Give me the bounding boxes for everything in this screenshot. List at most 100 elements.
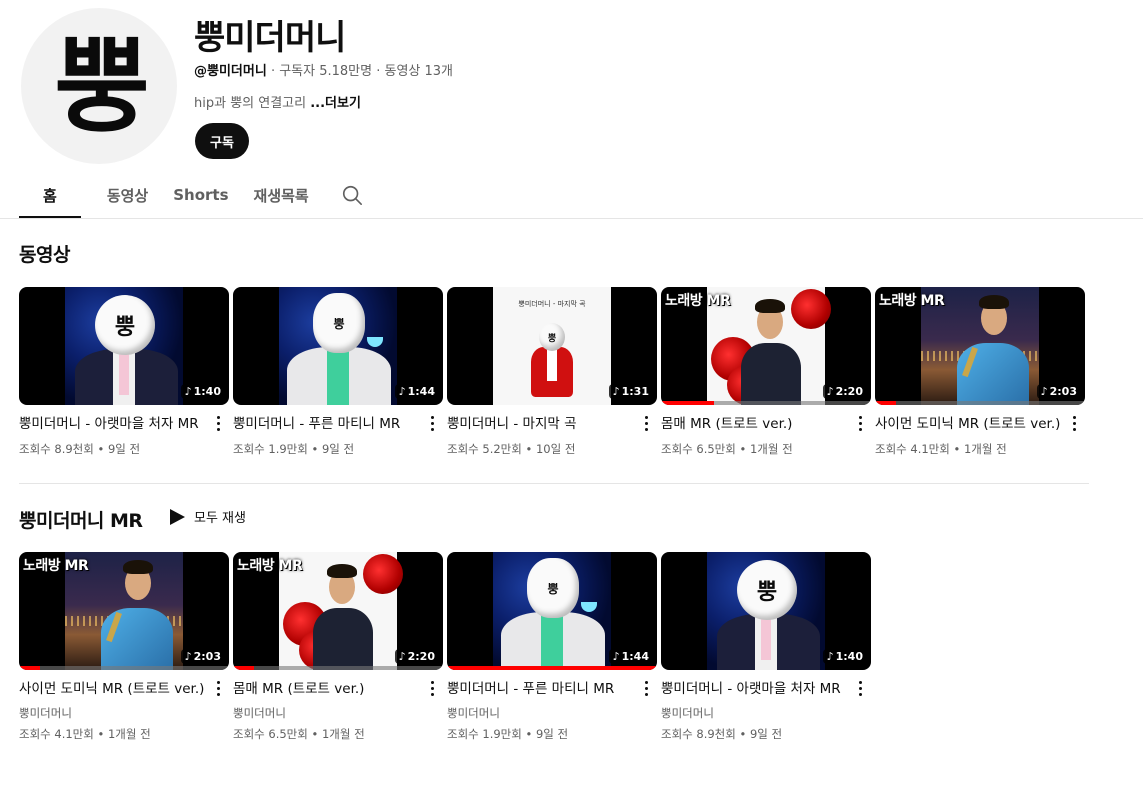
channel-description[interactable]: hip과 뿡의 연결고리 ...더보기 [194, 92, 361, 111]
search-icon[interactable] [341, 172, 363, 218]
video-title[interactable]: 몸매 MR (트로트 ver.) [661, 415, 871, 433]
play-all-button[interactable]: 모두 재생 [168, 507, 246, 526]
video-meta: 조회수 8.9천회 • 9일 전 [661, 726, 871, 742]
view-count: 조회수 4.1만회 [875, 442, 950, 456]
video-title[interactable]: 뿡미더머니 - 푸른 마티니 MR [447, 680, 657, 698]
channel-avatar[interactable]: 뿡 [21, 8, 177, 164]
video-title[interactable]: 몸매 MR (트로트 ver.) [233, 680, 443, 698]
upload-age: 1개월 전 [107, 727, 151, 741]
meta-separator: • [735, 727, 750, 741]
thumbnail-art: 뿡미더머니 - 마지막 곡뿡 [493, 287, 611, 405]
music-note-icon: ♪ [826, 650, 834, 663]
video-card[interactable]: 뿡 ♪ 1:40 뿡미더머니 - 아랫마을 처자 MR 조회수 8.9천회 • 9일 전 [19, 287, 229, 457]
video-thumbnail[interactable]: 노래방 MR ♪ 2:03 [19, 552, 229, 670]
tab-playlists[interactable]: 재생목록 [254, 172, 309, 218]
upload-age: 9일 전 [107, 442, 141, 456]
duration-text: 1:44 [621, 650, 649, 663]
more-actions-icon[interactable] [855, 678, 865, 698]
more-actions-icon[interactable] [427, 678, 437, 698]
thumbnail-art: 뿡 [493, 552, 611, 670]
video-thumbnail[interactable]: 노래방 MR ♪ 2:20 [661, 287, 871, 405]
video-card[interactable]: 노래방 MR ♪ 2:03 사이먼 도미닉 MR (트로트 ver.) 뿡미더머니 조회수… [19, 552, 229, 742]
video-card[interactable]: 노래방 MR ♪ 2:20 몸매 MR (트로트 ver.) 뿡미더머니 조회수 6.5만… [233, 552, 443, 742]
video-meta: 조회수 6.5만회 • 1개월 전 [233, 726, 443, 742]
duration-text: 1:44 [407, 385, 435, 398]
view-count: 조회수 8.9천회 [19, 442, 94, 456]
video-thumbnail[interactable]: 뿡미더머니 - 마지막 곡 뿡 ♪ 1:31 [447, 287, 657, 405]
mr-shelf: 노래방 MR ♪ 2:03 사이먼 도미닉 MR (트로트 ver.) 뿡미더머니 조회수… [19, 552, 875, 742]
duration-badge: ♪ 1:44 [608, 649, 653, 664]
video-card[interactable]: 뿡 ♪ 1:40 뿡미더머니 - 아랫마을 처자 MR 뿡미더머니조회수 8.9천회 •… [661, 552, 871, 742]
tab-shorts[interactable]: Shorts [173, 172, 228, 218]
video-meta: 조회수 6.5만회 • 1개월 전 [661, 441, 871, 457]
upload-age: 9일 전 [535, 727, 569, 741]
video-title[interactable]: 사이먼 도미닉 MR (트로트 ver.) [875, 415, 1085, 433]
video-meta: 조회수 8.9천회 • 9일 전 [19, 441, 229, 457]
video-card[interactable]: 뿡 ♪ 1:44 뿡미더머니 - 푸른 마티니 MR 뿡미더머니조회수 1.9만회 • … [447, 552, 657, 742]
karaoke-badge: 노래방 MR [237, 558, 303, 574]
description-text: hip과 뿡의 연결고리 [194, 96, 311, 111]
more-actions-icon[interactable] [1069, 413, 1079, 433]
meta-separator: • [307, 442, 322, 456]
video-card[interactable]: 뿡미더머니 - 마지막 곡 뿡 ♪ 1:31 뿡미더머니 - 마지막 곡 조회수 5.2만… [447, 287, 657, 457]
more-actions-icon[interactable] [855, 413, 865, 433]
duration-text: 2:20 [835, 385, 863, 398]
tab-videos[interactable]: 동영상 [107, 172, 148, 218]
view-count: 조회수 8.9천회 [661, 727, 736, 741]
meta-separator: • [521, 442, 536, 456]
thumbnail-art: 뿡 [65, 287, 183, 405]
video-title[interactable]: 사이먼 도미닉 MR (트로트 ver.) [19, 680, 229, 698]
duration-badge: ♪ 2:03 [180, 649, 225, 664]
video-channel[interactable]: 뿡미더머니 [447, 705, 657, 721]
video-thumbnail[interactable]: 노래방 MR ♪ 2:20 [233, 552, 443, 670]
video-thumbnail[interactable]: 뿡 ♪ 1:40 [661, 552, 871, 670]
meta-separator: • [307, 727, 322, 741]
more-actions-icon[interactable] [641, 413, 651, 433]
video-card[interactable]: 노래방 MR ♪ 2:20 몸매 MR (트로트 ver.) 조회수 6.5만회 • 1… [661, 287, 871, 457]
more-actions-icon[interactable] [213, 413, 223, 433]
channel-handle: @뿡미더머니 [194, 64, 267, 79]
video-thumbnail[interactable]: 노래방 MR ♪ 2:03 [875, 287, 1085, 405]
thumbnail-caption: 뿡미더머니 - 마지막 곡 [518, 300, 586, 308]
watch-progress [661, 401, 871, 405]
video-title[interactable]: 뿡미더머니 - 푸른 마티니 MR [233, 415, 443, 433]
more-link[interactable]: ...더보기 [310, 96, 361, 111]
more-actions-icon[interactable] [213, 678, 223, 698]
meta-separator: • [949, 442, 964, 456]
upload-age: 1개월 전 [749, 442, 793, 456]
upload-age: 9일 전 [321, 442, 355, 456]
more-actions-icon[interactable] [641, 678, 651, 698]
view-count: 조회수 5.2만회 [447, 442, 522, 456]
view-count: 조회수 1.9만회 [233, 442, 308, 456]
section-title-videos[interactable]: 동영상 [19, 240, 70, 267]
duration-badge: ♪ 1:40 [822, 649, 867, 664]
music-note-icon: ♪ [612, 385, 620, 398]
play-all-label: 모두 재생 [194, 511, 246, 526]
channel-name: 뿡미더머니 [194, 18, 346, 58]
play-icon [170, 508, 185, 525]
video-thumbnail[interactable]: 뿡 ♪ 1:44 [233, 287, 443, 405]
video-channel[interactable]: 뿡미더머니 [19, 705, 229, 721]
section-title-mr[interactable]: 뿡미더머니 MR [19, 506, 143, 533]
video-thumbnail[interactable]: 뿡 ♪ 1:40 [19, 287, 229, 405]
video-card[interactable]: 노래방 MR ♪ 2:03 사이먼 도미닉 MR (트로트 ver.) 조회수 4.1만… [875, 287, 1085, 457]
music-note-icon: ♪ [398, 650, 406, 663]
upload-age: 1개월 전 [963, 442, 1007, 456]
video-thumbnail[interactable]: 뿡 ♪ 1:44 [447, 552, 657, 670]
more-actions-icon[interactable] [427, 413, 437, 433]
tab-home[interactable]: 홈 [19, 172, 81, 218]
music-note-icon: ♪ [184, 385, 192, 398]
duration-text: 1:40 [193, 385, 221, 398]
video-channel[interactable]: 뿡미더머니 [661, 705, 871, 721]
channel-tabs: 홈 동영상 Shorts 재생목록 [19, 172, 363, 218]
video-card[interactable]: 뿡 ♪ 1:44 뿡미더머니 - 푸른 마티니 MR 조회수 1.9만회 • 9일 전 [233, 287, 443, 457]
duration-text: 1:31 [621, 385, 649, 398]
video-channel[interactable]: 뿡미더머니 [233, 705, 443, 721]
video-title[interactable]: 뿡미더머니 - 아랫마을 처자 MR [19, 415, 229, 433]
thumbnail-art: 뿡 [279, 287, 397, 405]
music-note-icon: ♪ [612, 650, 620, 663]
video-title[interactable]: 뿡미더머니 - 아랫마을 처자 MR [661, 680, 871, 698]
video-title[interactable]: 뿡미더머니 - 마지막 곡 [447, 415, 657, 433]
video-meta: 조회수 1.9만회 • 9일 전 [447, 726, 657, 742]
subscribe-button[interactable]: 구독 [195, 123, 249, 159]
